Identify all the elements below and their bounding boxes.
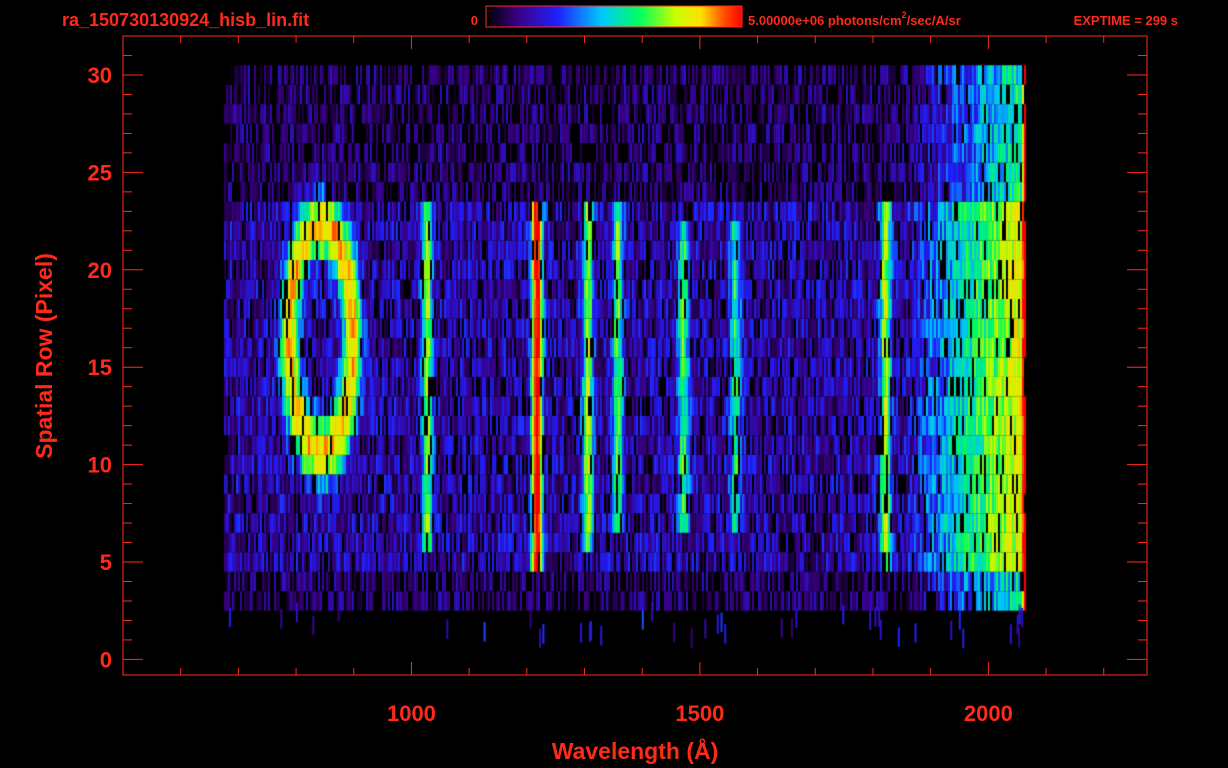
colorbar-max-unit: /sec/A/sr xyxy=(907,13,961,28)
y-axis-title: Spatial Row (Pixel) xyxy=(31,253,57,459)
x-axis-title: Wavelength (Å) xyxy=(552,737,719,764)
file-name-label: ra_150730130924_hisb_lin.fit xyxy=(62,10,309,30)
x-tick-label: 2000 xyxy=(964,701,1013,726)
y-tick-label: 10 xyxy=(88,453,112,478)
heatmap-image xyxy=(123,36,1147,675)
y-tick-label: 30 xyxy=(88,63,112,88)
colorbar xyxy=(485,5,743,28)
y-tick-label: 15 xyxy=(88,355,112,380)
y-tick-label: 20 xyxy=(88,258,112,283)
exptime-label: EXPTIME = 299 s xyxy=(1074,13,1178,28)
y-tick-label: 0 xyxy=(100,647,112,672)
x-tick-label: 1500 xyxy=(675,701,724,726)
spectrum-heatmap xyxy=(123,36,1147,675)
x-tick-label: 1000 xyxy=(387,701,436,726)
y-tick-label: 5 xyxy=(100,550,112,575)
y-tick-label: 25 xyxy=(88,160,112,185)
spectrum-plot: ra_150730130924_hisb_lin.fit 0 5.00000e+… xyxy=(31,5,1178,764)
colorbar-min-label: 0 xyxy=(471,13,478,28)
colorbar-max-value: 5.00000e+06 photons/cm xyxy=(748,13,902,28)
colorbar-max-label: 5.00000e+06 photons/cm2/sec/A/sr xyxy=(748,10,961,28)
